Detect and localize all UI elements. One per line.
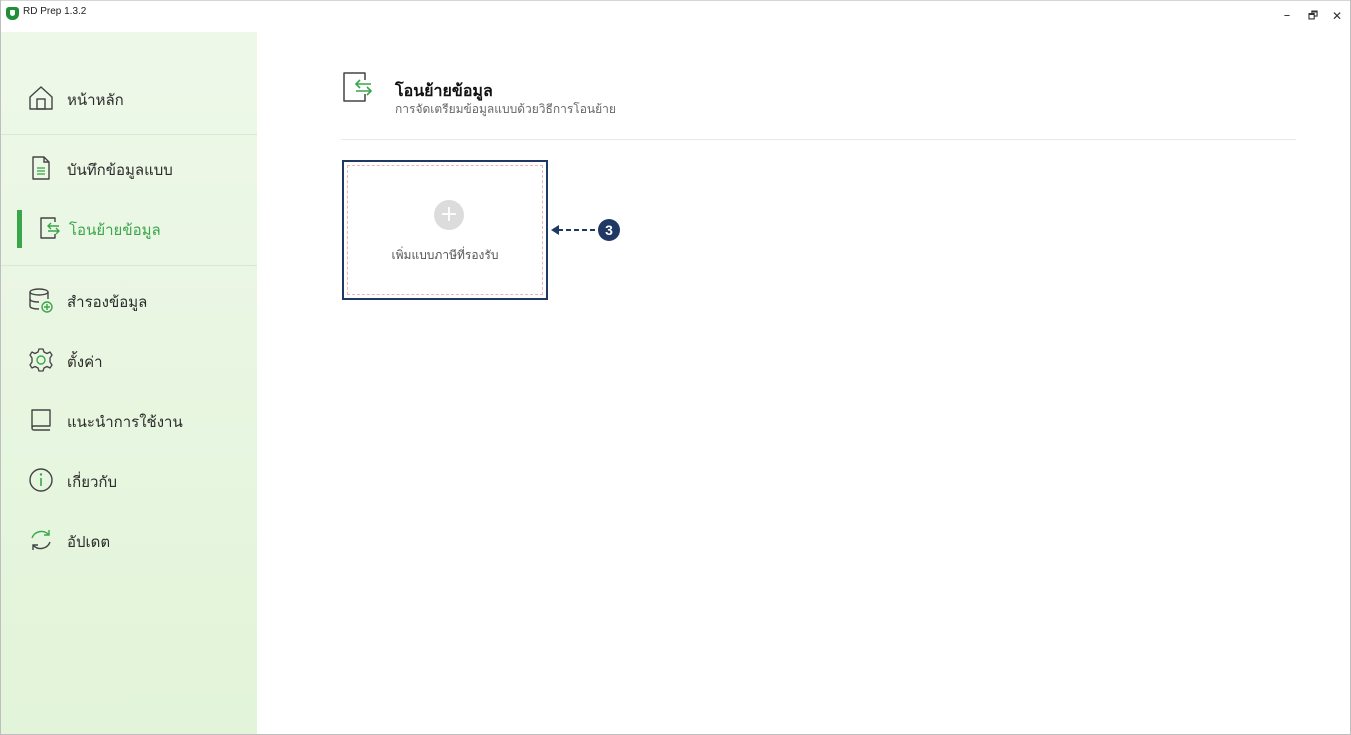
title-bar: RD Prep 1.3.2 – 🗗 ✕ <box>1 0 1350 33</box>
sidebar-item-label: บันทึกข้อมูลแบบ <box>67 162 173 179</box>
sidebar-item-record[interactable]: บันทึกข้อมูลแบบ <box>1 144 257 192</box>
sidebar-item-label: โอนย้ายข้อมูล <box>69 222 161 239</box>
sidebar-item-update[interactable]: อัปเดต <box>1 516 257 564</box>
refresh-icon <box>31 530 51 550</box>
sidebar-item-backup[interactable]: สำรองข้อมูล <box>1 276 257 324</box>
sidebar-item-label: สำรองข้อมูล <box>67 294 148 311</box>
close-button[interactable]: ✕ <box>1327 7 1347 25</box>
app-window: RD Prep 1.3.2 – 🗗 ✕ หน้าหลัก บันทึกข้อมู… <box>0 0 1351 735</box>
callout-badge: 3 <box>598 219 620 241</box>
header-divider <box>341 139 1296 140</box>
sidebar-item-label: หน้าหลัก <box>67 92 124 109</box>
document-icon <box>32 156 50 180</box>
sidebar-item-about[interactable]: เกี่ยวกับ <box>1 456 257 504</box>
add-card-label: เพิ่มแบบภาษีที่รองรับ <box>391 248 499 262</box>
callout-arrow-icon <box>551 225 596 235</box>
add-tax-form-card[interactable]: + เพิ่มแบบภาษีที่รองรับ <box>342 160 548 300</box>
sidebar-item-label: เกี่ยวกับ <box>67 474 118 491</box>
book-icon <box>31 409 51 431</box>
sidebar-item-guide[interactable]: แนะนำการใช้งาน <box>1 396 257 444</box>
sidebar-item-transfer[interactable]: โอนย้ายข้อมูล <box>1 204 257 252</box>
gear-icon <box>29 348 53 372</box>
sidebar-item-label: อัปเดต <box>67 534 111 551</box>
sidebar-item-label: ตั้งค่า <box>67 354 103 371</box>
main-content: โอนย้ายข้อมูล การจัดเตรียมข้อมูลแบบด้วยว… <box>257 32 1350 734</box>
database-add-icon <box>29 288 53 313</box>
minimize-button[interactable]: – <box>1277 7 1297 25</box>
sidebar: หน้าหลัก บันทึกข้อมูลแบบ โอนย้ายข้อมูล ส… <box>1 32 257 734</box>
sidebar-divider <box>1 265 257 266</box>
sidebar-divider <box>1 134 257 135</box>
transfer-icon <box>343 72 373 102</box>
plus-icon: + <box>434 200 464 230</box>
sidebar-item-label: แนะนำการใช้งาน <box>67 414 183 431</box>
transfer-icon <box>40 217 60 239</box>
page-subtitle: การจัดเตรียมข้อมูลแบบด้วยวิธีการโอนย้าย <box>395 102 616 116</box>
info-icon <box>29 468 53 492</box>
app-logo-icon <box>6 7 19 20</box>
sidebar-item-settings[interactable]: ตั้งค่า <box>1 336 257 384</box>
home-icon <box>29 86 53 110</box>
card-dashed-border: + เพิ่มแบบภาษีที่รองรับ <box>347 165 543 295</box>
restore-button[interactable]: 🗗 <box>1303 7 1323 25</box>
sidebar-item-home[interactable]: หน้าหลัก <box>1 74 257 122</box>
app-title: RD Prep 1.3.2 <box>23 6 87 17</box>
